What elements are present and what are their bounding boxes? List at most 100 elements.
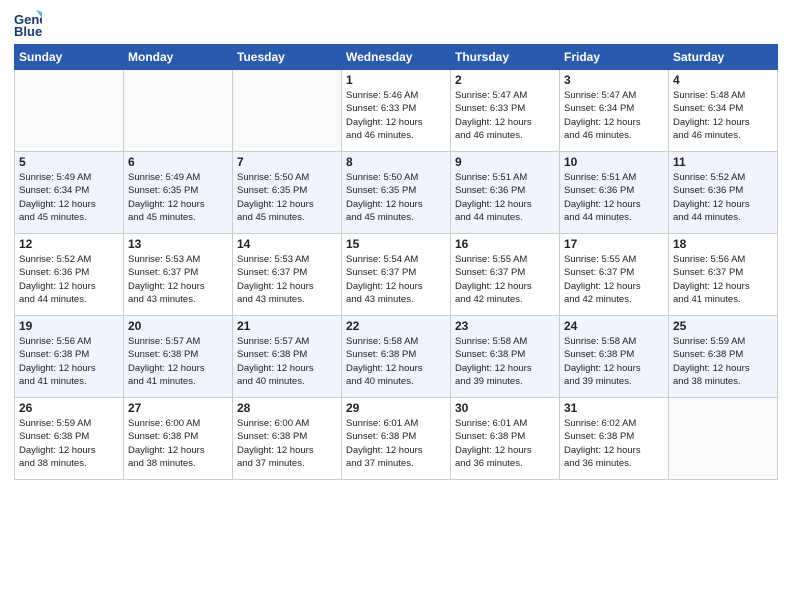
day-info: Sunrise: 5:49 AM Sunset: 6:34 PM Dayligh…: [19, 171, 119, 224]
calendar-cell: 2 Sunrise: 5:47 AM Sunset: 6:33 PM Daylig…: [451, 70, 560, 152]
day-number: 19: [19, 319, 119, 333]
day-number: 21: [237, 319, 337, 333]
day-info: Sunrise: 6:00 AM Sunset: 6:38 PM Dayligh…: [237, 417, 337, 470]
calendar-cell: 15 Sunrise: 5:54 AM Sunset: 6:37 PM Dayli…: [342, 234, 451, 316]
day-info: Sunrise: 5:59 AM Sunset: 6:38 PM Dayligh…: [19, 417, 119, 470]
day-number: 17: [564, 237, 664, 251]
day-number: 26: [19, 401, 119, 415]
day-info: Sunrise: 5:56 AM Sunset: 6:38 PM Dayligh…: [19, 335, 119, 388]
calendar-cell: 1 Sunrise: 5:46 AM Sunset: 6:33 PM Daylig…: [342, 70, 451, 152]
calendar-cell: 26 Sunrise: 5:59 AM Sunset: 6:38 PM Dayli…: [15, 398, 124, 480]
day-info: Sunrise: 5:58 AM Sunset: 6:38 PM Dayligh…: [564, 335, 664, 388]
day-number: 28: [237, 401, 337, 415]
day-number: 1: [346, 73, 446, 87]
day-number: 30: [455, 401, 555, 415]
day-info: Sunrise: 5:49 AM Sunset: 6:35 PM Dayligh…: [128, 171, 228, 224]
day-number: 14: [237, 237, 337, 251]
day-info: Sunrise: 5:56 AM Sunset: 6:37 PM Dayligh…: [673, 253, 773, 306]
weekday-header: Sunday: [15, 45, 124, 70]
weekday-header: Monday: [124, 45, 233, 70]
calendar-week-row: 19 Sunrise: 5:56 AM Sunset: 6:38 PM Dayli…: [15, 316, 778, 398]
weekday-header: Thursday: [451, 45, 560, 70]
calendar-week-row: 12 Sunrise: 5:52 AM Sunset: 6:36 PM Dayli…: [15, 234, 778, 316]
calendar-cell: 23 Sunrise: 5:58 AM Sunset: 6:38 PM Dayli…: [451, 316, 560, 398]
day-info: Sunrise: 5:53 AM Sunset: 6:37 PM Dayligh…: [128, 253, 228, 306]
calendar-cell: 24 Sunrise: 5:58 AM Sunset: 6:38 PM Dayli…: [560, 316, 669, 398]
day-info: Sunrise: 5:55 AM Sunset: 6:37 PM Dayligh…: [564, 253, 664, 306]
calendar-cell: 21 Sunrise: 5:57 AM Sunset: 6:38 PM Dayli…: [233, 316, 342, 398]
calendar-table: SundayMondayTuesdayWednesdayThursdayFrid…: [14, 44, 778, 480]
calendar-cell: 14 Sunrise: 5:53 AM Sunset: 6:37 PM Dayli…: [233, 234, 342, 316]
calendar-header-row: SundayMondayTuesdayWednesdayThursdayFrid…: [15, 45, 778, 70]
day-number: 20: [128, 319, 228, 333]
logo: General Blue: [14, 10, 46, 38]
day-number: 25: [673, 319, 773, 333]
day-number: 24: [564, 319, 664, 333]
day-number: 9: [455, 155, 555, 169]
calendar-week-row: 26 Sunrise: 5:59 AM Sunset: 6:38 PM Dayli…: [15, 398, 778, 480]
day-info: Sunrise: 5:59 AM Sunset: 6:38 PM Dayligh…: [673, 335, 773, 388]
calendar-cell: 19 Sunrise: 5:56 AM Sunset: 6:38 PM Dayli…: [15, 316, 124, 398]
svg-text:Blue: Blue: [14, 24, 42, 38]
calendar-cell: [124, 70, 233, 152]
calendar-cell: 3Sunrise: 5:47 AM Sunset: 6:34 PM Daylig…: [560, 70, 669, 152]
day-number: 2: [455, 73, 555, 87]
calendar-cell: 28 Sunrise: 6:00 AM Sunset: 6:38 PM Dayli…: [233, 398, 342, 480]
calendar-cell: 22 Sunrise: 5:58 AM Sunset: 6:38 PM Dayli…: [342, 316, 451, 398]
day-number: 15: [346, 237, 446, 251]
day-info: Sunrise: 5:57 AM Sunset: 6:38 PM Dayligh…: [237, 335, 337, 388]
day-info: Sunrise: 5:58 AM Sunset: 6:38 PM Dayligh…: [346, 335, 446, 388]
day-info: Sunrise: 5:53 AM Sunset: 6:37 PM Dayligh…: [237, 253, 337, 306]
calendar-cell: 13Sunrise: 5:53 AM Sunset: 6:37 PM Dayli…: [124, 234, 233, 316]
day-info: Sunrise: 5:51 AM Sunset: 6:36 PM Dayligh…: [564, 171, 664, 224]
day-info: Sunrise: 5:54 AM Sunset: 6:37 PM Dayligh…: [346, 253, 446, 306]
calendar-cell: 17 Sunrise: 5:55 AM Sunset: 6:37 PM Dayli…: [560, 234, 669, 316]
day-info: Sunrise: 6:02 AM Sunset: 6:38 PM Dayligh…: [564, 417, 664, 470]
day-number: 29: [346, 401, 446, 415]
calendar-cell: 12 Sunrise: 5:52 AM Sunset: 6:36 PM Dayli…: [15, 234, 124, 316]
calendar-cell: 7 Sunrise: 5:50 AM Sunset: 6:35 PM Daylig…: [233, 152, 342, 234]
day-number: 7: [237, 155, 337, 169]
day-number: 22: [346, 319, 446, 333]
day-info: Sunrise: 5:52 AM Sunset: 6:36 PM Dayligh…: [19, 253, 119, 306]
weekday-header: Tuesday: [233, 45, 342, 70]
day-info: Sunrise: 5:55 AM Sunset: 6:37 PM Dayligh…: [455, 253, 555, 306]
calendar-cell: 11 Sunrise: 5:52 AM Sunset: 6:36 PM Dayli…: [669, 152, 778, 234]
calendar-cell: 8 Sunrise: 5:50 AM Sunset: 6:35 PM Daylig…: [342, 152, 451, 234]
calendar-week-row: 5 Sunrise: 5:49 AM Sunset: 6:34 PM Daylig…: [15, 152, 778, 234]
day-info: Sunrise: 5:47 AM Sunset: 6:34 PM Dayligh…: [564, 89, 664, 142]
calendar-cell: 18 Sunrise: 5:56 AM Sunset: 6:37 PM Dayli…: [669, 234, 778, 316]
day-number: 23: [455, 319, 555, 333]
calendar-week-row: 1 Sunrise: 5:46 AM Sunset: 6:33 PM Daylig…: [15, 70, 778, 152]
day-number: 5: [19, 155, 119, 169]
calendar-cell: 10Sunrise: 5:51 AM Sunset: 6:36 PM Dayli…: [560, 152, 669, 234]
day-info: Sunrise: 5:50 AM Sunset: 6:35 PM Dayligh…: [346, 171, 446, 224]
calendar-cell: 29Sunrise: 6:01 AM Sunset: 6:38 PM Dayli…: [342, 398, 451, 480]
day-number: 6: [128, 155, 228, 169]
day-info: Sunrise: 5:52 AM Sunset: 6:36 PM Dayligh…: [673, 171, 773, 224]
day-info: Sunrise: 5:47 AM Sunset: 6:33 PM Dayligh…: [455, 89, 555, 142]
day-info: Sunrise: 5:46 AM Sunset: 6:33 PM Dayligh…: [346, 89, 446, 142]
calendar-cell: 16Sunrise: 5:55 AM Sunset: 6:37 PM Dayli…: [451, 234, 560, 316]
calendar-cell: 6 Sunrise: 5:49 AM Sunset: 6:35 PM Daylig…: [124, 152, 233, 234]
calendar-cell: 30 Sunrise: 6:01 AM Sunset: 6:38 PM Dayli…: [451, 398, 560, 480]
day-number: 12: [19, 237, 119, 251]
calendar-cell: 4Sunrise: 5:48 AM Sunset: 6:34 PM Daylig…: [669, 70, 778, 152]
calendar-cell: [15, 70, 124, 152]
weekday-header: Saturday: [669, 45, 778, 70]
calendar-cell: [233, 70, 342, 152]
day-info: Sunrise: 5:57 AM Sunset: 6:38 PM Dayligh…: [128, 335, 228, 388]
day-number: 8: [346, 155, 446, 169]
page-header: General Blue: [14, 10, 778, 38]
calendar-cell: 27Sunrise: 6:00 AM Sunset: 6:38 PM Dayli…: [124, 398, 233, 480]
calendar-cell: 5 Sunrise: 5:49 AM Sunset: 6:34 PM Daylig…: [15, 152, 124, 234]
day-number: 11: [673, 155, 773, 169]
day-number: 18: [673, 237, 773, 251]
day-info: Sunrise: 5:50 AM Sunset: 6:35 PM Dayligh…: [237, 171, 337, 224]
day-number: 27: [128, 401, 228, 415]
day-info: Sunrise: 6:01 AM Sunset: 6:38 PM Dayligh…: [455, 417, 555, 470]
day-info: Sunrise: 5:48 AM Sunset: 6:34 PM Dayligh…: [673, 89, 773, 142]
calendar-cell: 9Sunrise: 5:51 AM Sunset: 6:36 PM Daylig…: [451, 152, 560, 234]
day-info: Sunrise: 5:58 AM Sunset: 6:38 PM Dayligh…: [455, 335, 555, 388]
weekday-header: Wednesday: [342, 45, 451, 70]
